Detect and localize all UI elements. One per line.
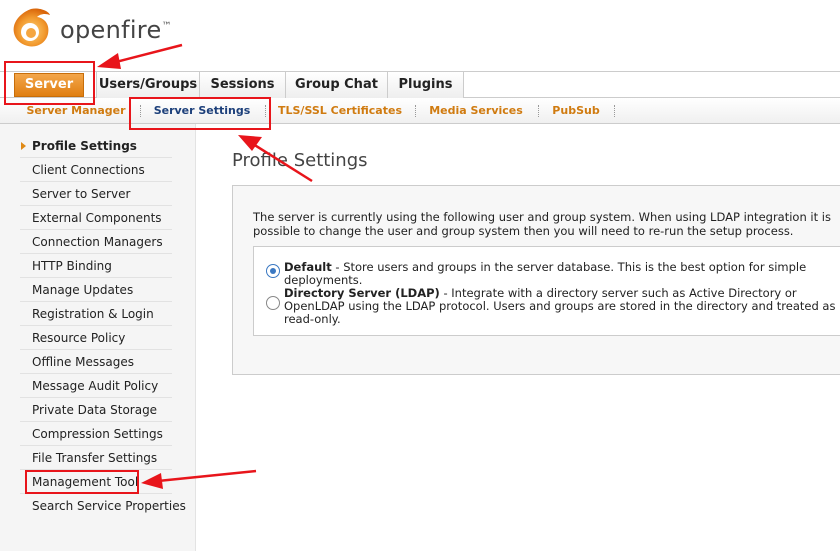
page-title: Profile Settings <box>232 150 368 171</box>
subtab-separator <box>415 105 416 117</box>
sidebar-item-compression-settings[interactable]: Compression Settings <box>20 422 172 446</box>
active-arrow-icon <box>21 142 26 150</box>
option-default[interactable]: Default - Store users and groups in the … <box>284 261 840 287</box>
arrow-head-server-settings <box>238 135 262 151</box>
sidebar-item-http-binding[interactable]: HTTP Binding <box>20 254 172 278</box>
tab-plugins[interactable]: Plugins <box>388 72 464 98</box>
tab-sessions[interactable]: Sessions <box>200 72 286 98</box>
sidebar-item-client-connections[interactable]: Client Connections <box>20 158 172 182</box>
sidebar-item-search-service-properties[interactable]: Search Service Properties <box>20 494 186 518</box>
main-tab-bar: Server Users/Groups Sessions Group Chat … <box>0 71 840 98</box>
radio-default[interactable] <box>266 264 280 278</box>
subtab-pubsub[interactable]: PubSub <box>544 98 608 123</box>
sidebar-item-external-components[interactable]: External Components <box>20 206 172 230</box>
sidebar-item-profile-settings[interactable]: Profile Settings <box>20 134 172 158</box>
radio-ldap[interactable] <box>266 296 280 310</box>
sub-tab-bar: Server Manager Server Settings TLS/SSL C… <box>0 98 840 124</box>
tab-users-groups[interactable]: Users/Groups <box>96 72 200 98</box>
header: openfire™ <box>0 0 840 72</box>
openfire-logo-icon <box>13 8 50 47</box>
brand-name[interactable]: openfire™ <box>60 16 172 44</box>
subtab-separator <box>614 105 615 117</box>
highlight-server-tab <box>4 61 95 105</box>
subtab-tls-ssl-certificates[interactable]: TLS/SSL Certificates <box>272 98 408 123</box>
sidebar-item-server-to-server[interactable]: Server to Server <box>20 182 172 206</box>
sidebar-item-connection-managers[interactable]: Connection Managers <box>20 230 172 254</box>
highlight-server-settings <box>129 97 271 130</box>
option-ldap[interactable]: Directory Server (LDAP) - Integrate with… <box>284 287 840 326</box>
sidebar-item-private-data-storage[interactable]: Private Data Storage <box>20 398 172 422</box>
tab-group-chat[interactable]: Group Chat <box>286 72 388 98</box>
subtab-media-services[interactable]: Media Services <box>422 98 530 123</box>
user-system-options: Default - Store users and groups in the … <box>253 246 840 336</box>
sidebar-item-file-transfer-settings[interactable]: File Transfer Settings <box>20 446 172 470</box>
settings-panel: The server is currently using the follow… <box>232 185 840 375</box>
sidebar-item-resource-policy[interactable]: Resource Policy <box>20 326 172 350</box>
sidebar-item-offline-messages[interactable]: Offline Messages <box>20 350 172 374</box>
sidebar-item-registration-login[interactable]: Registration & Login <box>20 302 172 326</box>
subtab-separator <box>538 105 539 117</box>
sidebar-item-manage-updates[interactable]: Manage Updates <box>20 278 172 302</box>
highlight-management-tool <box>25 470 139 494</box>
panel-description: The server is currently using the follow… <box>253 210 831 238</box>
sidebar-item-message-audit-policy[interactable]: Message Audit Policy <box>20 374 172 398</box>
